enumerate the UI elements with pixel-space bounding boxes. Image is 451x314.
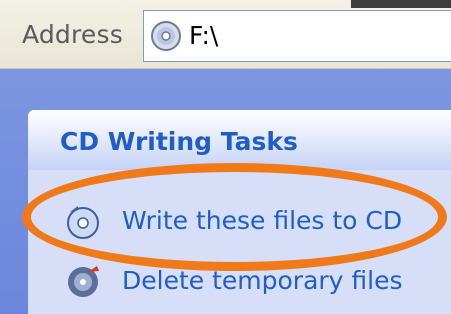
address-label: Address — [22, 20, 123, 49]
address-input[interactable]: F:\ — [143, 10, 451, 62]
address-value: F:\ — [189, 21, 219, 50]
cd-writing-tasks-panel: CD Writing Tasks Write these files to CD — [28, 110, 451, 314]
delete-files-icon — [64, 262, 102, 300]
panel-body: Write these files to CD Delete temporary… — [28, 170, 451, 314]
task-delete-temporary-files[interactable]: Delete temporary files — [64, 260, 444, 300]
panel-title: CD Writing Tasks — [60, 127, 298, 156]
address-bar: Address F:\ — [0, 0, 451, 69]
window-edge — [351, 0, 451, 8]
task-label: Write these files to CD — [122, 206, 403, 235]
task-label: Delete temporary files — [122, 266, 403, 295]
task-write-files-to-cd[interactable]: Write these files to CD — [64, 200, 444, 240]
cd-drive-icon — [150, 20, 182, 52]
panel-header[interactable]: CD Writing Tasks — [28, 110, 451, 170]
write-cd-icon — [64, 202, 102, 240]
